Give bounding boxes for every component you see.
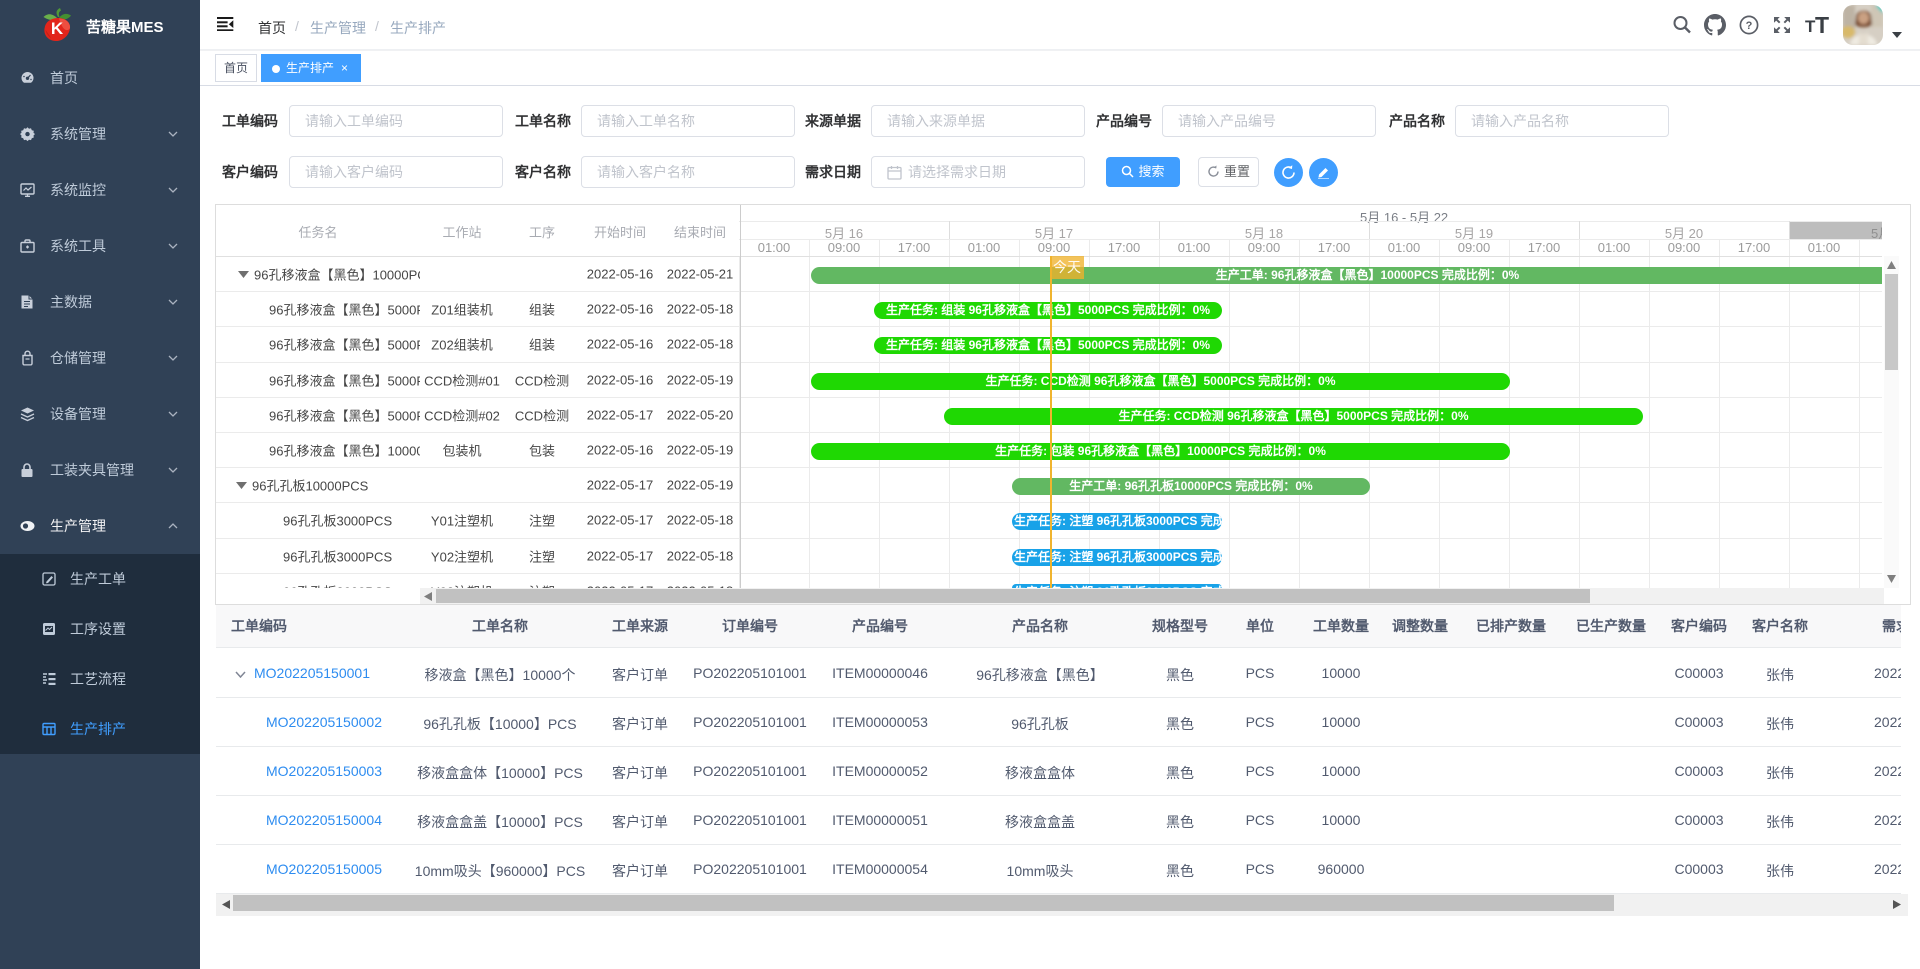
svg-text:?: ? [1746,20,1753,32]
svg-text:K: K [51,19,64,38]
